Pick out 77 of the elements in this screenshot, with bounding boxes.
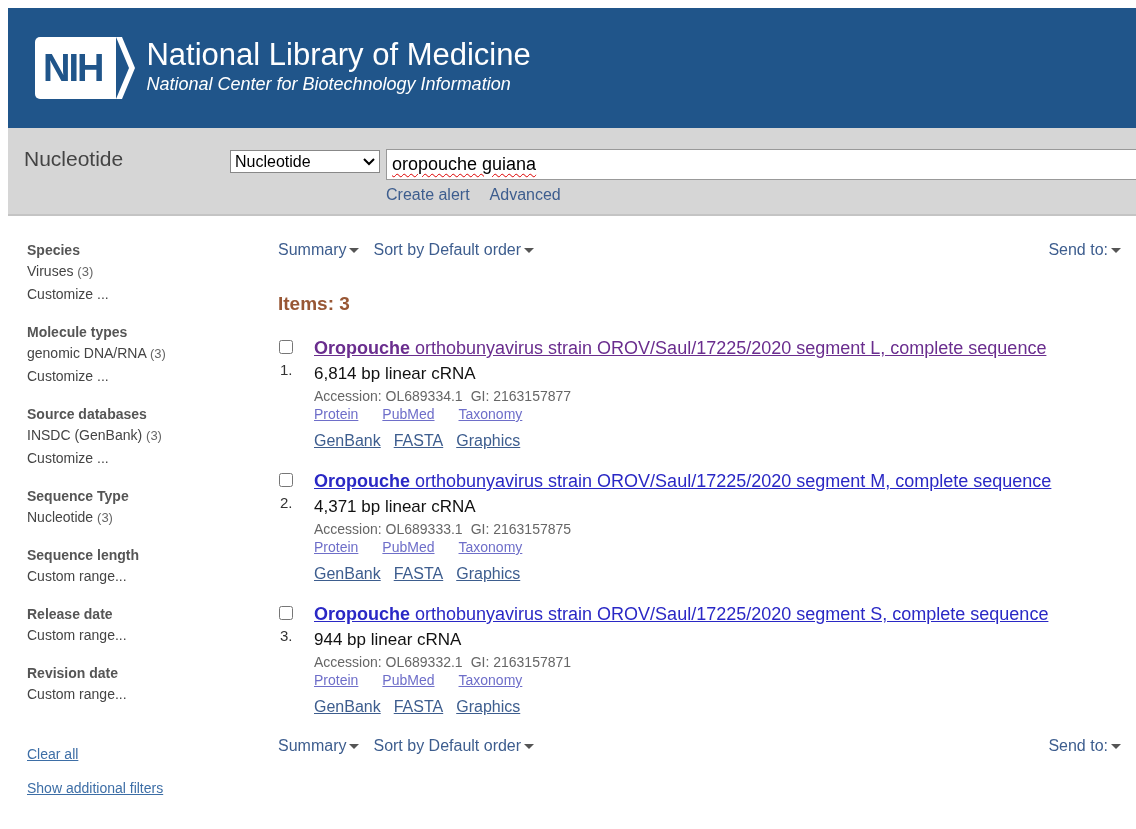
result-checkbox[interactable] [279, 340, 293, 354]
related-link[interactable]: Taxonomy [458, 406, 523, 422]
filter-item[interactable]: Customize ... [27, 447, 258, 470]
result-checkbox[interactable] [279, 473, 293, 487]
related-link[interactable]: Taxonomy [458, 672, 523, 688]
result-title-link[interactable]: Oropouche orthobunyavirus strain OROV/Saul/17225/2020 segment M, complete sequence [314, 470, 1121, 492]
result-number: 2. [280, 494, 294, 511]
format-link[interactable]: Graphics [456, 432, 521, 450]
filter-title: Sequence Type [27, 487, 130, 506]
filter-item[interactable]: Nucleotide (3) [27, 506, 258, 529]
filter-title: Molecule types [27, 323, 129, 342]
filter-item[interactable]: genomic DNA/RNA (3) [27, 342, 258, 365]
filter-title: Revision date [27, 664, 120, 683]
filter-item[interactable]: Customize ... [27, 283, 258, 306]
filter-item[interactable]: Custom range... [27, 565, 258, 588]
filter-item[interactable]: Custom range... [27, 624, 258, 647]
result-title-link[interactable]: Oropouche orthobunyavirus strain OROV/Saul/17225/2020 segment L, complete sequence [314, 337, 1121, 359]
result-description: 944 bp linear cRNA [314, 630, 463, 650]
caret-icon [524, 743, 535, 749]
sort-menu[interactable]: Sort by Default order [373, 241, 535, 259]
result-description: 4,371 bp linear cRNA [314, 497, 477, 517]
sidebar-link[interactable]: Clear all [27, 746, 79, 762]
site-subtitle: National Center for Biotechnology Information [146, 73, 512, 95]
result-number: 1. [280, 361, 294, 378]
result-checkbox[interactable] [279, 606, 293, 620]
result-title-link[interactable]: Oropouche orthobunyavirus strain OROV/Saul/17225/2020 segment S, complete sequence [314, 603, 1121, 625]
accession-text: Accession: OL689332.1 [314, 654, 463, 670]
format-link[interactable]: FASTA [393, 698, 444, 716]
format-link[interactable]: Graphics [456, 698, 521, 716]
chevron-icon [116, 37, 137, 99]
filter-title: Species [27, 241, 81, 260]
related-link[interactable]: Protein [314, 539, 359, 555]
filter-item[interactable]: Viruses (3) [27, 260, 258, 283]
related-link[interactable]: Taxonomy [458, 539, 523, 555]
filter-title: Source databases [27, 405, 148, 424]
caret-icon [1111, 247, 1121, 253]
result-number: 3. [280, 627, 294, 644]
gi-text: GI: 2163157875 [470, 521, 572, 537]
format-link[interactable]: FASTA [393, 432, 444, 450]
accession-text: Accession: OL689334.1 [314, 388, 463, 404]
accession-text: Accession: OL689333.1 [314, 521, 463, 537]
chevron-down-icon [363, 157, 375, 166]
gi-text: GI: 2163157871 [470, 654, 572, 670]
filter-title: Sequence length [27, 546, 141, 565]
sidebar-link[interactable]: Show additional filters [27, 780, 164, 796]
related-link[interactable]: PubMed [382, 672, 435, 688]
search-link[interactable]: Create alert [386, 186, 470, 204]
search-link[interactable]: Advanced [489, 186, 561, 204]
filter-item[interactable]: INSDC (GenBank) (3) [27, 424, 258, 447]
database-label: Nucleotide [24, 147, 125, 172]
related-link[interactable]: Protein [314, 672, 359, 688]
format-link[interactable]: GenBank [314, 565, 381, 583]
gi-text: GI: 2163157877 [470, 388, 572, 404]
format-link[interactable]: GenBank [314, 432, 381, 450]
caret-icon [349, 247, 360, 253]
items-count: Items: 3 [278, 293, 351, 315]
filter-title: Release date [27, 605, 114, 624]
format-link[interactable]: GenBank [314, 698, 381, 716]
sort-menu[interactable]: Sort by Default order [373, 737, 535, 755]
caret-icon [524, 247, 535, 253]
caret-icon [349, 743, 360, 749]
format-menu[interactable]: Summary [278, 241, 360, 259]
send-to-menu[interactable]: Send to: [1048, 241, 1121, 259]
caret-icon [1111, 743, 1121, 749]
send-to-menu[interactable]: Send to: [1048, 737, 1121, 755]
filter-item[interactable]: Custom range... [27, 683, 258, 706]
related-link[interactable]: Protein [314, 406, 359, 422]
site-title: National Library of Medicine [146, 37, 531, 73]
format-link[interactable]: Graphics [456, 565, 521, 583]
format-menu[interactable]: Summary [278, 737, 360, 755]
related-link[interactable]: PubMed [382, 539, 435, 555]
result-description: 6,814 bp linear cRNA [314, 364, 477, 384]
filter-item[interactable]: Customize ... [27, 365, 258, 388]
search-field[interactable]: oropouche guiana [386, 149, 1136, 180]
database-select[interactable]: Nucleotide [230, 150, 380, 173]
format-link[interactable]: FASTA [393, 565, 444, 583]
related-link[interactable]: PubMed [382, 406, 435, 422]
